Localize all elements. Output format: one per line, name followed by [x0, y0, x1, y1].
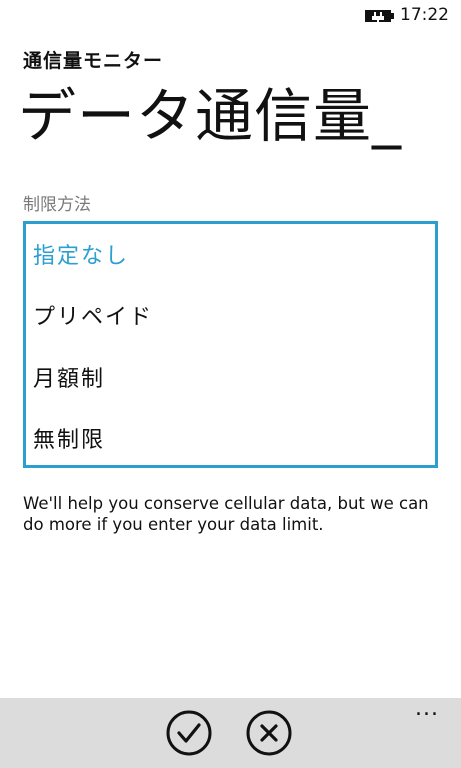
- picker-label: 制限方法: [23, 195, 91, 215]
- screen: 17:22 通信量モニター データ通信量_ 制限方法 指定なし プリペイド 月額…: [0, 0, 461, 768]
- check-circle-icon: [166, 710, 212, 756]
- status-clock: 17:22: [400, 5, 449, 25]
- status-bar: 17:22: [0, 0, 461, 32]
- cancel-button[interactable]: [246, 710, 292, 756]
- help-text: We'll help you conserve cellular data, b…: [23, 494, 429, 534]
- page-title: データ通信量_: [18, 82, 403, 150]
- app-bar: ...: [0, 698, 461, 768]
- close-circle-icon: [246, 710, 292, 756]
- picker-option-none[interactable]: 指定なし: [33, 238, 129, 270]
- more-options-button[interactable]: ...: [415, 698, 439, 720]
- battery-charging-icon: [365, 10, 394, 22]
- confirm-button[interactable]: [166, 710, 212, 756]
- picker-option-monthly[interactable]: 月額制: [33, 361, 105, 393]
- app-title: 通信量モニター: [23, 50, 164, 72]
- picker-option-unlimited[interactable]: 無制限: [33, 422, 105, 454]
- limit-method-picker[interactable]: 指定なし プリペイド 月額制 無制限: [23, 221, 438, 468]
- picker-option-prepaid[interactable]: プリペイド: [33, 299, 153, 331]
